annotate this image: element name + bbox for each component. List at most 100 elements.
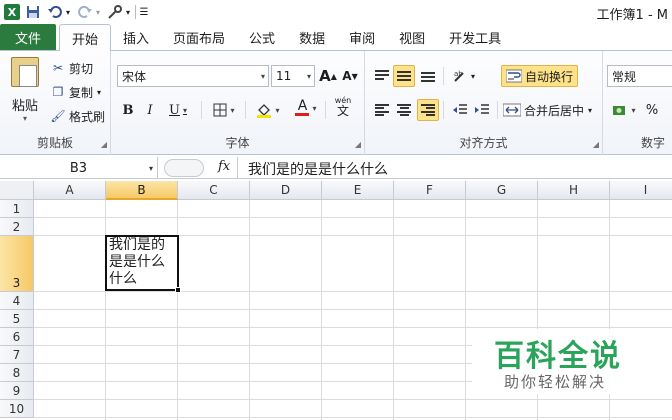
percent-button[interactable]: %	[643, 99, 661, 121]
grow-font-button[interactable]: A ▲	[319, 65, 337, 87]
select-all-button[interactable]	[0, 181, 34, 200]
redo-icon[interactable]	[76, 2, 94, 22]
grow-font-label: A	[319, 67, 331, 85]
column-header-a[interactable]: A	[34, 181, 106, 200]
cut-button[interactable]: ✂ 剪切	[50, 57, 93, 79]
align-middle-button[interactable]	[393, 65, 415, 87]
worksheet-grid[interactable]: A B C D E F G H I 1 2 3 4 5 6 7 8 9 10 我们是的是是什么什么 百科全说 助你轻松…	[0, 181, 672, 420]
row-header-3[interactable]: 3	[0, 236, 34, 292]
clipboard-launcher-icon[interactable]: ◢	[101, 140, 107, 149]
increase-indent-button[interactable]	[471, 99, 493, 121]
tab-view[interactable]: 视图	[387, 24, 437, 50]
ribbon: 粘贴 ▾ ✂ 剪切 ❐ 复制 ▾ 🖌 格式刷 剪贴板 ◢ 宋体 ▾ 11 ▾ A…	[0, 51, 672, 155]
merge-center-button[interactable]: 合并后居中 ▾	[503, 99, 592, 121]
row-header-7[interactable]: 7	[0, 346, 34, 364]
chevron-down-icon: ▾	[230, 105, 235, 115]
align-top-button[interactable]	[371, 65, 393, 87]
tab-data[interactable]: 数据	[287, 24, 337, 50]
italic-button[interactable]: I	[141, 99, 159, 121]
column-header-e[interactable]: E	[322, 181, 394, 200]
column-header-f[interactable]: F	[394, 181, 466, 200]
name-box[interactable]: B3 ▾	[0, 157, 158, 179]
undo-dropdown-icon[interactable]: ▾	[64, 2, 72, 22]
row-header-1[interactable]: 1	[0, 200, 34, 218]
align-left-button[interactable]	[371, 99, 393, 121]
fill-handle[interactable]	[175, 287, 181, 293]
gridline	[34, 399, 672, 400]
tab-page-layout[interactable]: 页面布局	[161, 24, 237, 50]
wrap-text-icon	[506, 69, 522, 83]
chevron-down-icon[interactable]: ▾	[149, 164, 153, 173]
orientation-button[interactable]: ab ▾	[449, 65, 479, 87]
gridline	[177, 200, 178, 420]
gridline	[105, 200, 106, 420]
align-right-button[interactable]	[417, 99, 439, 121]
tab-file[interactable]: 文件	[0, 24, 56, 50]
wrap-text-button[interactable]: 自动换行	[501, 65, 579, 87]
row-header-2[interactable]: 2	[0, 218, 34, 236]
column-header-i[interactable]: I	[610, 181, 672, 200]
font-size-combo[interactable]: 11 ▾	[271, 65, 315, 87]
row-header-4[interactable]: 4	[0, 292, 34, 310]
decrease-indent-button[interactable]	[449, 99, 471, 121]
undo-icon[interactable]	[46, 2, 64, 22]
font-launcher-icon[interactable]: ◢	[355, 140, 361, 149]
gridline	[393, 200, 394, 420]
column-header-h[interactable]: H	[538, 181, 610, 200]
align-left-icon	[375, 104, 389, 116]
font-group: 宋体 ▾ 11 ▾ A ▲ A ▼ B I U ▾ ▾ ▾ A ▾ wén 文 …	[111, 51, 365, 155]
align-center-icon	[397, 104, 411, 116]
tools-dropdown-icon[interactable]: ▾	[124, 2, 132, 22]
tab-home[interactable]: 开始	[59, 24, 112, 51]
customize-icon[interactable]: ☰	[139, 2, 149, 22]
chevron-down-icon: ▾	[260, 71, 265, 81]
alignment-group: ab ▾ 自动换行 合并后居中 ▾ 对齐方式 ◢	[365, 51, 603, 155]
copy-dropdown-icon[interactable]: ▾	[97, 88, 101, 97]
copy-button[interactable]: ❐ 复制 ▾	[50, 81, 101, 103]
bold-button[interactable]: B	[119, 99, 137, 121]
underline-button[interactable]: U ▾	[163, 99, 193, 121]
tab-review[interactable]: 审阅	[337, 24, 387, 50]
save-icon[interactable]	[24, 2, 42, 22]
paste-dropdown-icon[interactable]: ▾	[8, 114, 42, 123]
shrink-font-label: A	[342, 69, 352, 83]
number-format-combo[interactable]: 常规	[607, 65, 672, 87]
tab-developer[interactable]: 开发工具	[437, 24, 513, 50]
chevron-down-icon: ▾	[588, 105, 593, 115]
align-center-button[interactable]	[393, 99, 415, 121]
accounting-format-button[interactable]: ▾	[609, 99, 639, 121]
merge-cells-icon	[503, 103, 521, 117]
alignment-launcher-icon[interactable]: ◢	[593, 140, 599, 149]
column-header-c[interactable]: C	[178, 181, 250, 200]
column-header-g[interactable]: G	[466, 181, 538, 200]
clipboard-group: 粘贴 ▾ ✂ 剪切 ❐ 复制 ▾ 🖌 格式刷 剪贴板 ◢	[0, 51, 111, 155]
fill-color-button[interactable]: ▾	[251, 99, 285, 121]
tab-formulas[interactable]: 公式	[237, 24, 287, 50]
align-bottom-button[interactable]	[417, 65, 439, 87]
gridline	[34, 309, 672, 310]
font-name-value: 宋体	[122, 69, 147, 84]
row-header-8[interactable]: 8	[0, 364, 34, 382]
row-header-9[interactable]: 9	[0, 382, 34, 400]
row-header-6[interactable]: 6	[0, 328, 34, 346]
paste-button[interactable]: 粘贴 ▾	[8, 57, 42, 123]
align-bottom-icon	[421, 70, 435, 82]
column-header-d[interactable]: D	[250, 181, 322, 200]
font-color-button[interactable]: A ▾	[289, 97, 323, 119]
tools-icon[interactable]	[106, 2, 124, 22]
column-header-b[interactable]: B	[106, 181, 178, 200]
cell-b3[interactable]: 我们是的是是什么什么	[105, 235, 179, 291]
borders-button[interactable]: ▾	[207, 99, 241, 121]
separator	[443, 101, 444, 119]
shrink-font-button[interactable]: A ▼	[341, 65, 359, 87]
font-name-combo[interactable]: 宋体 ▾	[117, 65, 269, 87]
insert-function-button[interactable]: fx	[218, 159, 230, 174]
phonetic-guide-button[interactable]: wén 文	[329, 95, 357, 117]
tab-insert[interactable]: 插入	[111, 24, 161, 50]
chevron-down-icon: ▾	[470, 71, 475, 81]
format-painter-button[interactable]: 🖌 格式刷	[50, 105, 105, 127]
redo-dropdown-icon[interactable]: ▾	[94, 2, 102, 22]
formula-input[interactable]: 我们是的是是什么什么	[248, 159, 388, 179]
row-header-10[interactable]: 10	[0, 400, 34, 418]
row-header-5[interactable]: 5	[0, 310, 34, 328]
